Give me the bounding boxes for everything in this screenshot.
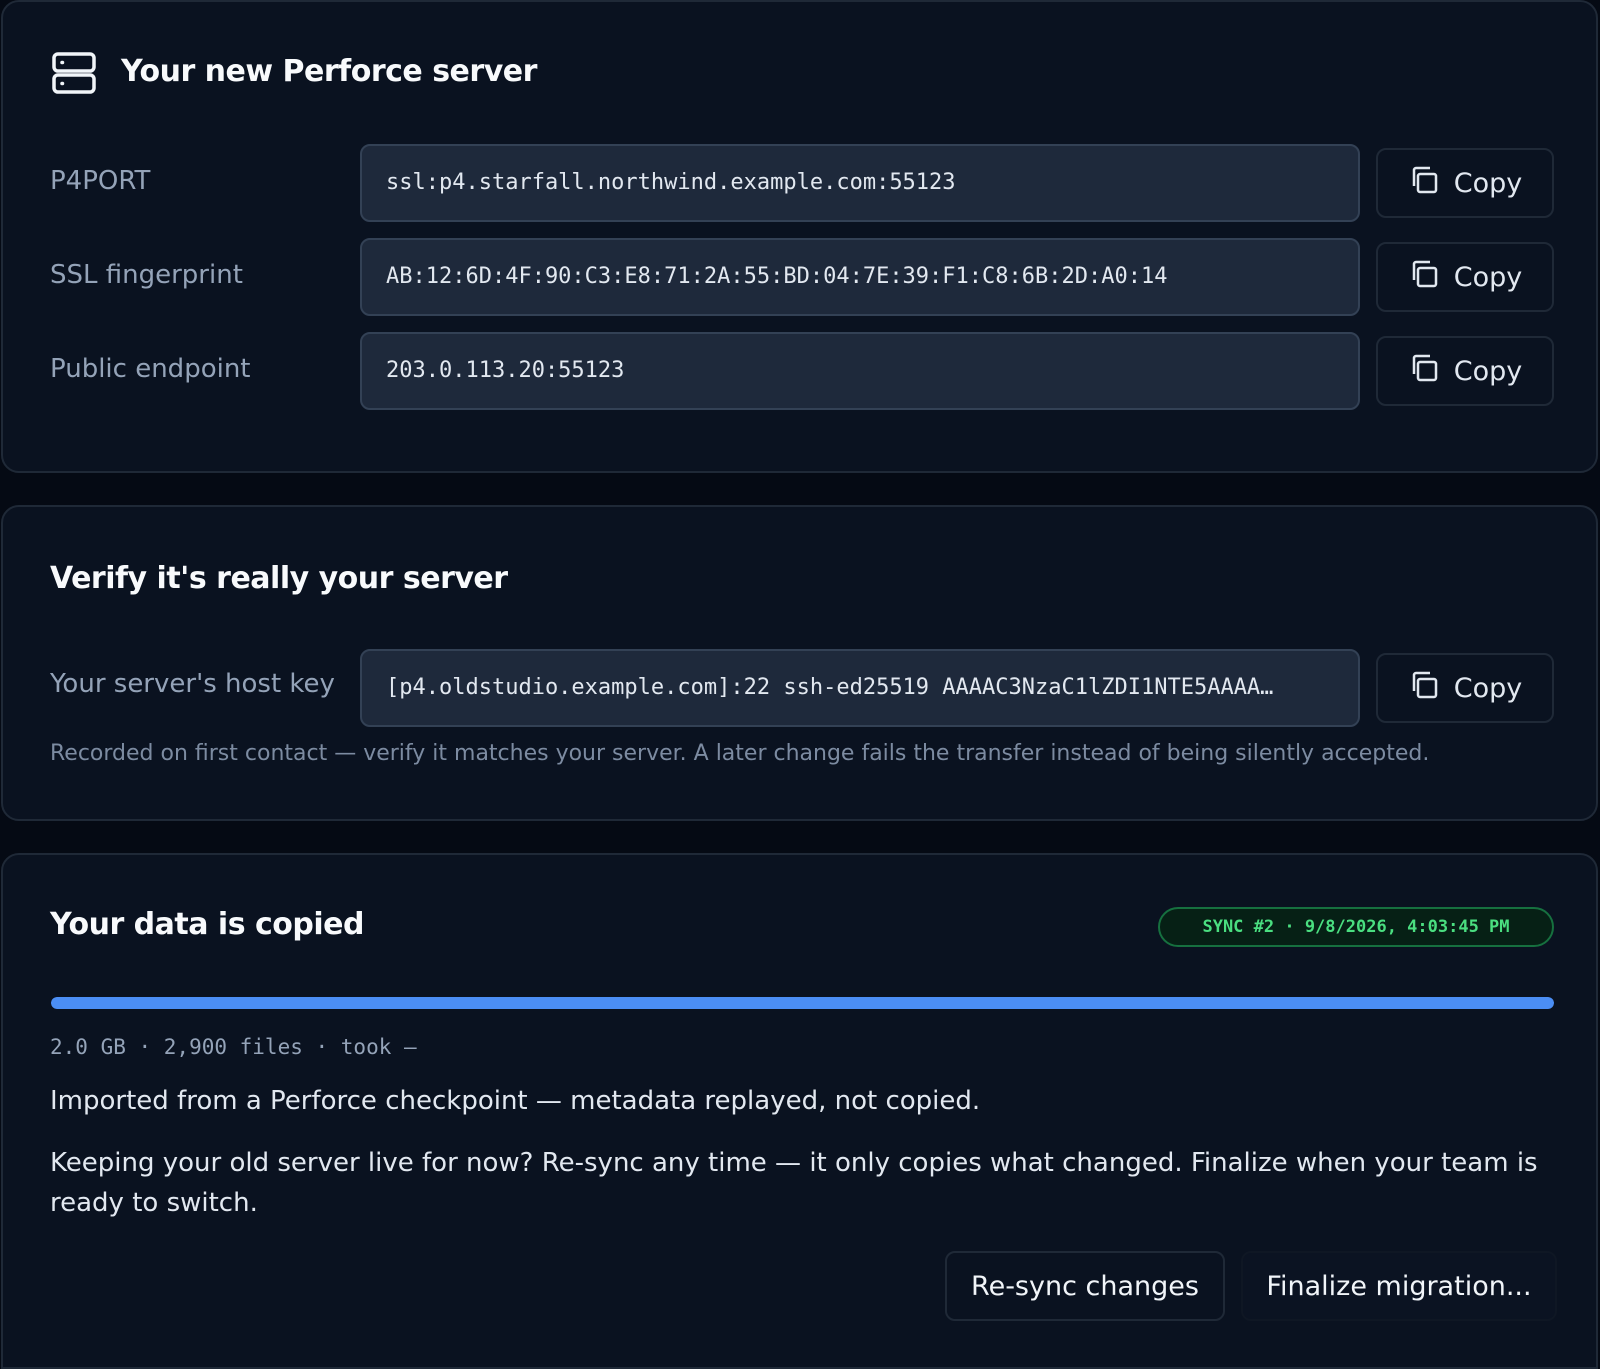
p4port-field[interactable]: ssl:p4.starfall.northwind.example.com:55… bbox=[360, 144, 1360, 222]
server-icon bbox=[51, 50, 97, 96]
copy-icon bbox=[1408, 669, 1440, 708]
verify-card-title: Verify it's really your server bbox=[50, 561, 508, 596]
resync-changes-button[interactable]: Re-sync changes bbox=[945, 1251, 1225, 1321]
data-card-title: Your data is copied bbox=[50, 907, 364, 942]
copy-button-label: Copy bbox=[1453, 672, 1523, 704]
copy-host-key-button[interactable]: Copy bbox=[1376, 653, 1554, 723]
copy-button-label: Copy bbox=[1453, 261, 1523, 293]
copy-icon bbox=[1408, 258, 1440, 297]
p4port-label: P4PORT bbox=[50, 166, 151, 196]
copy-icon bbox=[1408, 352, 1440, 391]
resync-note: Keeping your old server live for now? Re… bbox=[50, 1148, 1538, 1218]
copy-fingerprint-button[interactable]: Copy bbox=[1376, 242, 1554, 312]
server-card-title: Your new Perforce server bbox=[121, 54, 537, 89]
copy-p4port-button[interactable]: Copy bbox=[1376, 148, 1554, 218]
copy-icon bbox=[1408, 164, 1440, 203]
host-key-label: Your server's host key bbox=[50, 669, 335, 699]
public-endpoint-field[interactable]: 203.0.113.20:55123 bbox=[360, 332, 1360, 410]
import-note: Imported from a Perforce checkpoint — me… bbox=[50, 1086, 981, 1116]
data-card: Your data is copied SYNC #2 · 9/8/2026, … bbox=[1, 853, 1598, 1369]
finalize-migration-button[interactable]: Finalize migration... bbox=[1241, 1251, 1557, 1321]
copy-button-label: Copy bbox=[1453, 167, 1523, 199]
copy-button-label: Copy bbox=[1453, 355, 1523, 387]
public-endpoint-label: Public endpoint bbox=[50, 354, 251, 384]
progress-bar bbox=[51, 997, 1554, 1009]
copy-endpoint-button[interactable]: Copy bbox=[1376, 336, 1554, 406]
verify-card: Verify it's really your server Your serv… bbox=[1, 505, 1598, 821]
ssl-fingerprint-label: SSL fingerprint bbox=[50, 260, 243, 290]
host-key-note: Recorded on first contact — verify it ma… bbox=[50, 741, 1430, 766]
transfer-stats: 2.0 GB · 2,900 files · took — bbox=[50, 1035, 417, 1059]
progress-fill bbox=[51, 997, 1554, 1009]
ssl-fingerprint-field[interactable]: AB:12:6D:4F:90:C3:E8:71:2A:55:BD:04:7E:3… bbox=[360, 238, 1360, 316]
server-card: Your new Perforce server P4PORT ssl:p4.s… bbox=[1, 0, 1598, 473]
host-key-field[interactable]: [p4.oldstudio.example.com]:22 ssh-ed2551… bbox=[360, 649, 1360, 727]
sync-status-badge: SYNC #2 · 9/8/2026, 4:03:45 PM bbox=[1158, 907, 1554, 947]
